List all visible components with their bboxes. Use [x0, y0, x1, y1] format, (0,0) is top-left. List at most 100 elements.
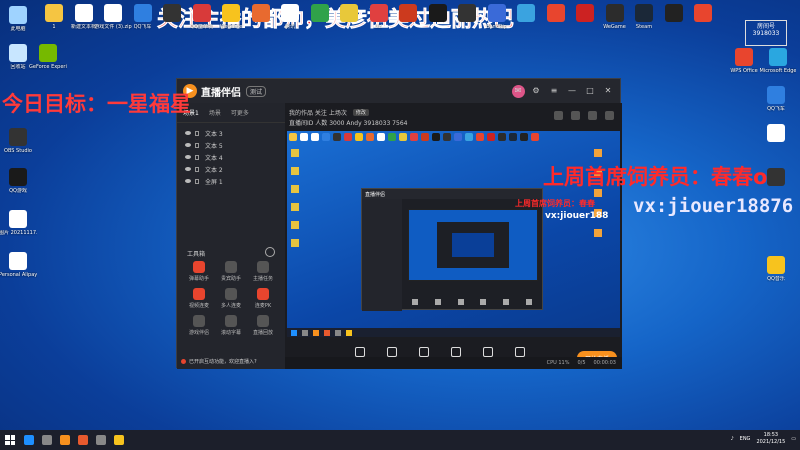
desktop-icon[interactable]: [758, 168, 794, 188]
toolbox-toggle-icon[interactable]: [265, 247, 275, 257]
eye-icon[interactable]: [185, 167, 191, 171]
volume-icon[interactable]: ♪: [730, 436, 733, 442]
tool-item[interactable]: 连麦PK: [247, 288, 279, 309]
tool-item[interactable]: 多人连麦: [215, 288, 247, 309]
app-icon: [546, 4, 565, 22]
preview-icon: [344, 133, 352, 141]
app-icon: [428, 4, 447, 22]
tab-more[interactable]: 可更多: [231, 108, 249, 117]
preview-icon: [300, 133, 308, 141]
tool-item[interactable]: 贵宾助手: [215, 261, 247, 282]
desktop-icon-label: WeGame: [219, 24, 243, 30]
main-area: 我的作品 关注 上场次 修改 直播间ID 人数 3000 Andy 391803…: [285, 103, 622, 369]
tool-item[interactable]: 滚动字幕: [215, 315, 247, 336]
settings-icon[interactable]: ⚙: [530, 84, 542, 96]
desktop-icon[interactable]: [758, 124, 794, 144]
minimize-icon[interactable]: —: [566, 84, 578, 96]
notification-icon[interactable]: ▭: [791, 436, 796, 442]
tool-icon: [387, 347, 397, 357]
tool-item[interactable]: 弹幕助手: [183, 261, 215, 282]
list-item[interactable]: 文本 4: [185, 151, 277, 163]
app-icon: [310, 4, 329, 22]
preview-icon: [531, 133, 539, 141]
live-assistant-window: ▶ 直播伴侣 测试 ✉ ⚙ ≡ — □ ✕ 场景1 场景 可更多 文本 3 文本…: [176, 78, 622, 369]
desktop-icon[interactable]: GeForce Experience: [29, 44, 67, 70]
tool-item[interactable]: 视频连麦: [183, 288, 215, 309]
desktop-icon[interactable]: QQ飞车: [758, 86, 794, 112]
status-bar: CPU 11% 0/5 00:00:03: [285, 357, 622, 369]
mail-icon[interactable]: ✉: [512, 84, 524, 96]
close-icon[interactable]: ✕: [602, 84, 614, 96]
app-icon: [340, 4, 358, 22]
list-item[interactable]: 文本 2: [185, 163, 277, 175]
share-icon[interactable]: [588, 111, 597, 120]
app-icon: [74, 4, 93, 22]
taskbar-app-icon[interactable]: [78, 435, 88, 445]
tool-label: 滚动字幕: [220, 330, 241, 336]
desktop-icon[interactable]: 此电脑: [0, 6, 36, 32]
list-item[interactable]: 全屏 1: [185, 175, 277, 187]
preview-icon: [366, 133, 374, 141]
preview-icon: [388, 133, 396, 141]
chart-icon[interactable]: [571, 111, 580, 120]
taskbar-app-icon[interactable]: [96, 435, 106, 445]
list-item[interactable]: 文本 5: [185, 139, 277, 151]
tool-item[interactable]: 主播任务: [247, 261, 279, 282]
tool-label: 连麦PK: [254, 303, 272, 309]
more-icon[interactable]: [605, 111, 614, 120]
app-icon: [9, 168, 27, 186]
scene-tabs: 场景1 场景 可更多: [177, 103, 285, 123]
app-icon: [9, 210, 27, 228]
tool-icon: [419, 347, 429, 357]
title-bar[interactable]: ▶ 直播伴侣 测试 ✉ ⚙ ≡ — □ ✕: [177, 79, 620, 103]
lock-icon[interactable]: [195, 166, 199, 172]
desktop-icon-label: 回收站: [10, 64, 26, 70]
windows-icon: [5, 435, 15, 445]
desktop-icon[interactable]: QQ游戏: [0, 168, 36, 194]
desktop-icon-label: QQ堂单机: [190, 24, 213, 30]
preview-icon: [498, 133, 506, 141]
tool-icon: [193, 288, 205, 300]
tool-item[interactable]: 游戏伴侣: [183, 315, 215, 336]
preview-left-icons: [291, 149, 301, 247]
desktop-icon[interactable]: Microsoft Edge: [760, 48, 796, 74]
taskbar-app-icon[interactable]: [42, 435, 52, 445]
eye-icon[interactable]: [185, 179, 191, 183]
lock-icon[interactable]: [195, 142, 199, 148]
eye-icon[interactable]: [185, 143, 191, 147]
desktop-icon[interactable]: WPS Office: [726, 48, 762, 74]
app-icon: [767, 124, 785, 142]
clock[interactable]: 18:53 2021/12/15: [756, 432, 785, 446]
desktop-icon[interactable]: Personal Alipay...: [0, 252, 37, 278]
app-icon: [487, 4, 506, 22]
tab-scene-2[interactable]: 场景: [209, 108, 221, 117]
desktop-icon[interactable]: [685, 4, 721, 24]
gift-icon[interactable]: [554, 111, 563, 120]
preview-icon: [333, 133, 341, 141]
lock-icon[interactable]: [195, 154, 199, 160]
start-button[interactable]: [0, 430, 20, 450]
desktop-icon[interactable]: 图片 20211117...: [0, 210, 37, 236]
taskbar-app-icon[interactable]: [60, 435, 70, 445]
lock-icon[interactable]: [195, 130, 199, 136]
room-number-badge: 房间号 3918033: [745, 20, 787, 46]
app-icon: [767, 256, 785, 274]
maximize-icon[interactable]: □: [584, 84, 596, 96]
language-indicator[interactable]: ENG: [740, 436, 751, 442]
eye-icon[interactable]: [185, 131, 191, 135]
preview-taskbar-icon: [335, 329, 341, 336]
edit-tag[interactable]: 修改: [352, 108, 369, 116]
taskbar-app-icon[interactable]: [24, 435, 34, 445]
desktop-icon-label: WeGame: [603, 24, 626, 30]
desktop-icon[interactable]: QQ音乐: [758, 256, 794, 282]
preview-taskbar-icon: [291, 329, 297, 336]
eye-icon[interactable]: [185, 155, 191, 159]
taskbar-app-icon[interactable]: [114, 435, 124, 445]
menu-icon[interactable]: ≡: [548, 84, 560, 96]
lock-icon[interactable]: [195, 178, 199, 184]
desktop-icon[interactable]: OBS Studio: [0, 128, 36, 154]
tool-item[interactable]: 直播回放: [247, 315, 279, 336]
app-icon: [104, 4, 122, 22]
app-icon: [517, 4, 535, 22]
list-item[interactable]: 文本 3: [185, 127, 277, 139]
